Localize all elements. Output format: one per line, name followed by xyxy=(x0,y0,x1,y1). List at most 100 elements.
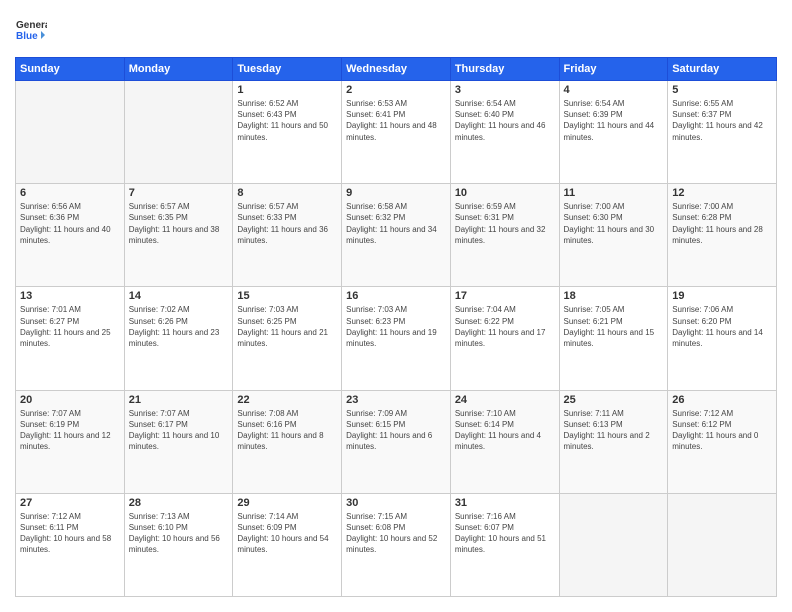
day-number: 25 xyxy=(564,394,664,406)
calendar-day-cell: 29 Sunrise: 7:14 AM Sunset: 6:09 PM Dayl… xyxy=(233,493,342,596)
calendar-week-row: 13 Sunrise: 7:01 AM Sunset: 6:27 PM Dayl… xyxy=(16,287,777,390)
calendar-day-header: Thursday xyxy=(450,58,559,81)
day-number: 3 xyxy=(455,84,555,96)
day-number: 10 xyxy=(455,187,555,199)
calendar-day-header: Tuesday xyxy=(233,58,342,81)
day-number: 30 xyxy=(346,497,446,509)
calendar-day-header: Wednesday xyxy=(342,58,451,81)
day-number: 31 xyxy=(455,497,555,509)
page: General Blue SundayMondayTuesdayWednesda… xyxy=(0,0,792,612)
calendar-day-cell: 8 Sunrise: 6:57 AM Sunset: 6:33 PM Dayli… xyxy=(233,184,342,287)
day-number: 1 xyxy=(237,84,337,96)
day-number: 28 xyxy=(129,497,229,509)
calendar-day-cell xyxy=(16,81,125,184)
calendar-day-cell: 19 Sunrise: 7:06 AM Sunset: 6:20 PM Dayl… xyxy=(668,287,777,390)
day-info: Sunrise: 6:54 AM Sunset: 6:39 PM Dayligh… xyxy=(564,98,664,143)
day-number: 7 xyxy=(129,187,229,199)
calendar-day-header: Saturday xyxy=(668,58,777,81)
day-info: Sunrise: 7:01 AM Sunset: 6:27 PM Dayligh… xyxy=(20,304,120,349)
day-info: Sunrise: 7:15 AM Sunset: 6:08 PM Dayligh… xyxy=(346,511,446,556)
calendar-day-cell xyxy=(668,493,777,596)
calendar-day-cell: 25 Sunrise: 7:11 AM Sunset: 6:13 PM Dayl… xyxy=(559,390,668,493)
day-number: 13 xyxy=(20,290,120,302)
calendar-day-cell: 5 Sunrise: 6:55 AM Sunset: 6:37 PM Dayli… xyxy=(668,81,777,184)
day-number: 14 xyxy=(129,290,229,302)
day-info: Sunrise: 7:07 AM Sunset: 6:17 PM Dayligh… xyxy=(129,408,229,453)
day-number: 20 xyxy=(20,394,120,406)
day-info: Sunrise: 7:07 AM Sunset: 6:19 PM Dayligh… xyxy=(20,408,120,453)
day-info: Sunrise: 7:05 AM Sunset: 6:21 PM Dayligh… xyxy=(564,304,664,349)
day-info: Sunrise: 6:53 AM Sunset: 6:41 PM Dayligh… xyxy=(346,98,446,143)
calendar-day-cell: 21 Sunrise: 7:07 AM Sunset: 6:17 PM Dayl… xyxy=(124,390,233,493)
day-number: 18 xyxy=(564,290,664,302)
day-number: 8 xyxy=(237,187,337,199)
calendar-day-cell: 20 Sunrise: 7:07 AM Sunset: 6:19 PM Dayl… xyxy=(16,390,125,493)
day-number: 23 xyxy=(346,394,446,406)
day-info: Sunrise: 7:09 AM Sunset: 6:15 PM Dayligh… xyxy=(346,408,446,453)
calendar-day-header: Sunday xyxy=(16,58,125,81)
calendar-week-row: 1 Sunrise: 6:52 AM Sunset: 6:43 PM Dayli… xyxy=(16,81,777,184)
calendar-day-cell: 2 Sunrise: 6:53 AM Sunset: 6:41 PM Dayli… xyxy=(342,81,451,184)
calendar-day-cell: 28 Sunrise: 7:13 AM Sunset: 6:10 PM Dayl… xyxy=(124,493,233,596)
calendar-day-cell: 31 Sunrise: 7:16 AM Sunset: 6:07 PM Dayl… xyxy=(450,493,559,596)
day-number: 5 xyxy=(672,84,772,96)
calendar-day-cell: 30 Sunrise: 7:15 AM Sunset: 6:08 PM Dayl… xyxy=(342,493,451,596)
day-info: Sunrise: 7:04 AM Sunset: 6:22 PM Dayligh… xyxy=(455,304,555,349)
calendar-day-cell: 7 Sunrise: 6:57 AM Sunset: 6:35 PM Dayli… xyxy=(124,184,233,287)
day-info: Sunrise: 7:00 AM Sunset: 6:28 PM Dayligh… xyxy=(672,201,772,246)
day-info: Sunrise: 7:13 AM Sunset: 6:10 PM Dayligh… xyxy=(129,511,229,556)
day-info: Sunrise: 7:00 AM Sunset: 6:30 PM Dayligh… xyxy=(564,201,664,246)
day-number: 4 xyxy=(564,84,664,96)
day-info: Sunrise: 6:57 AM Sunset: 6:35 PM Dayligh… xyxy=(129,201,229,246)
calendar-day-cell: 9 Sunrise: 6:58 AM Sunset: 6:32 PM Dayli… xyxy=(342,184,451,287)
day-number: 9 xyxy=(346,187,446,199)
day-number: 21 xyxy=(129,394,229,406)
day-info: Sunrise: 7:06 AM Sunset: 6:20 PM Dayligh… xyxy=(672,304,772,349)
day-info: Sunrise: 6:52 AM Sunset: 6:43 PM Dayligh… xyxy=(237,98,337,143)
calendar-day-cell: 17 Sunrise: 7:04 AM Sunset: 6:22 PM Dayl… xyxy=(450,287,559,390)
day-number: 22 xyxy=(237,394,337,406)
calendar-day-cell: 16 Sunrise: 7:03 AM Sunset: 6:23 PM Dayl… xyxy=(342,287,451,390)
calendar-day-cell: 24 Sunrise: 7:10 AM Sunset: 6:14 PM Dayl… xyxy=(450,390,559,493)
day-info: Sunrise: 7:03 AM Sunset: 6:23 PM Dayligh… xyxy=(346,304,446,349)
calendar-week-row: 20 Sunrise: 7:07 AM Sunset: 6:19 PM Dayl… xyxy=(16,390,777,493)
header: General Blue xyxy=(15,15,777,47)
calendar-day-cell xyxy=(559,493,668,596)
calendar-day-cell: 10 Sunrise: 6:59 AM Sunset: 6:31 PM Dayl… xyxy=(450,184,559,287)
day-info: Sunrise: 7:11 AM Sunset: 6:13 PM Dayligh… xyxy=(564,408,664,453)
calendar-week-row: 27 Sunrise: 7:12 AM Sunset: 6:11 PM Dayl… xyxy=(16,493,777,596)
day-number: 26 xyxy=(672,394,772,406)
day-info: Sunrise: 6:56 AM Sunset: 6:36 PM Dayligh… xyxy=(20,201,120,246)
day-number: 16 xyxy=(346,290,446,302)
calendar-day-cell: 6 Sunrise: 6:56 AM Sunset: 6:36 PM Dayli… xyxy=(16,184,125,287)
calendar-day-cell xyxy=(124,81,233,184)
logo-svg: General Blue xyxy=(15,15,47,47)
day-number: 17 xyxy=(455,290,555,302)
calendar-day-cell: 3 Sunrise: 6:54 AM Sunset: 6:40 PM Dayli… xyxy=(450,81,559,184)
svg-text:General: General xyxy=(16,20,47,31)
day-info: Sunrise: 7:08 AM Sunset: 6:16 PM Dayligh… xyxy=(237,408,337,453)
calendar-day-header: Monday xyxy=(124,58,233,81)
calendar-day-cell: 4 Sunrise: 6:54 AM Sunset: 6:39 PM Dayli… xyxy=(559,81,668,184)
day-info: Sunrise: 6:59 AM Sunset: 6:31 PM Dayligh… xyxy=(455,201,555,246)
calendar-day-cell: 12 Sunrise: 7:00 AM Sunset: 6:28 PM Dayl… xyxy=(668,184,777,287)
day-info: Sunrise: 7:12 AM Sunset: 6:12 PM Dayligh… xyxy=(672,408,772,453)
day-info: Sunrise: 6:58 AM Sunset: 6:32 PM Dayligh… xyxy=(346,201,446,246)
calendar-day-cell: 22 Sunrise: 7:08 AM Sunset: 6:16 PM Dayl… xyxy=(233,390,342,493)
day-info: Sunrise: 6:55 AM Sunset: 6:37 PM Dayligh… xyxy=(672,98,772,143)
day-number: 24 xyxy=(455,394,555,406)
calendar-day-cell: 14 Sunrise: 7:02 AM Sunset: 6:26 PM Dayl… xyxy=(124,287,233,390)
day-info: Sunrise: 7:03 AM Sunset: 6:25 PM Dayligh… xyxy=(237,304,337,349)
calendar-day-cell: 11 Sunrise: 7:00 AM Sunset: 6:30 PM Dayl… xyxy=(559,184,668,287)
day-info: Sunrise: 7:14 AM Sunset: 6:09 PM Dayligh… xyxy=(237,511,337,556)
calendar-day-header: Friday xyxy=(559,58,668,81)
day-info: Sunrise: 7:12 AM Sunset: 6:11 PM Dayligh… xyxy=(20,511,120,556)
calendar-day-cell: 27 Sunrise: 7:12 AM Sunset: 6:11 PM Dayl… xyxy=(16,493,125,596)
day-info: Sunrise: 7:02 AM Sunset: 6:26 PM Dayligh… xyxy=(129,304,229,349)
day-number: 15 xyxy=(237,290,337,302)
day-number: 11 xyxy=(564,187,664,199)
calendar-table: SundayMondayTuesdayWednesdayThursdayFrid… xyxy=(15,57,777,597)
calendar-day-cell: 23 Sunrise: 7:09 AM Sunset: 6:15 PM Dayl… xyxy=(342,390,451,493)
calendar-week-row: 6 Sunrise: 6:56 AM Sunset: 6:36 PM Dayli… xyxy=(16,184,777,287)
day-info: Sunrise: 6:57 AM Sunset: 6:33 PM Dayligh… xyxy=(237,201,337,246)
